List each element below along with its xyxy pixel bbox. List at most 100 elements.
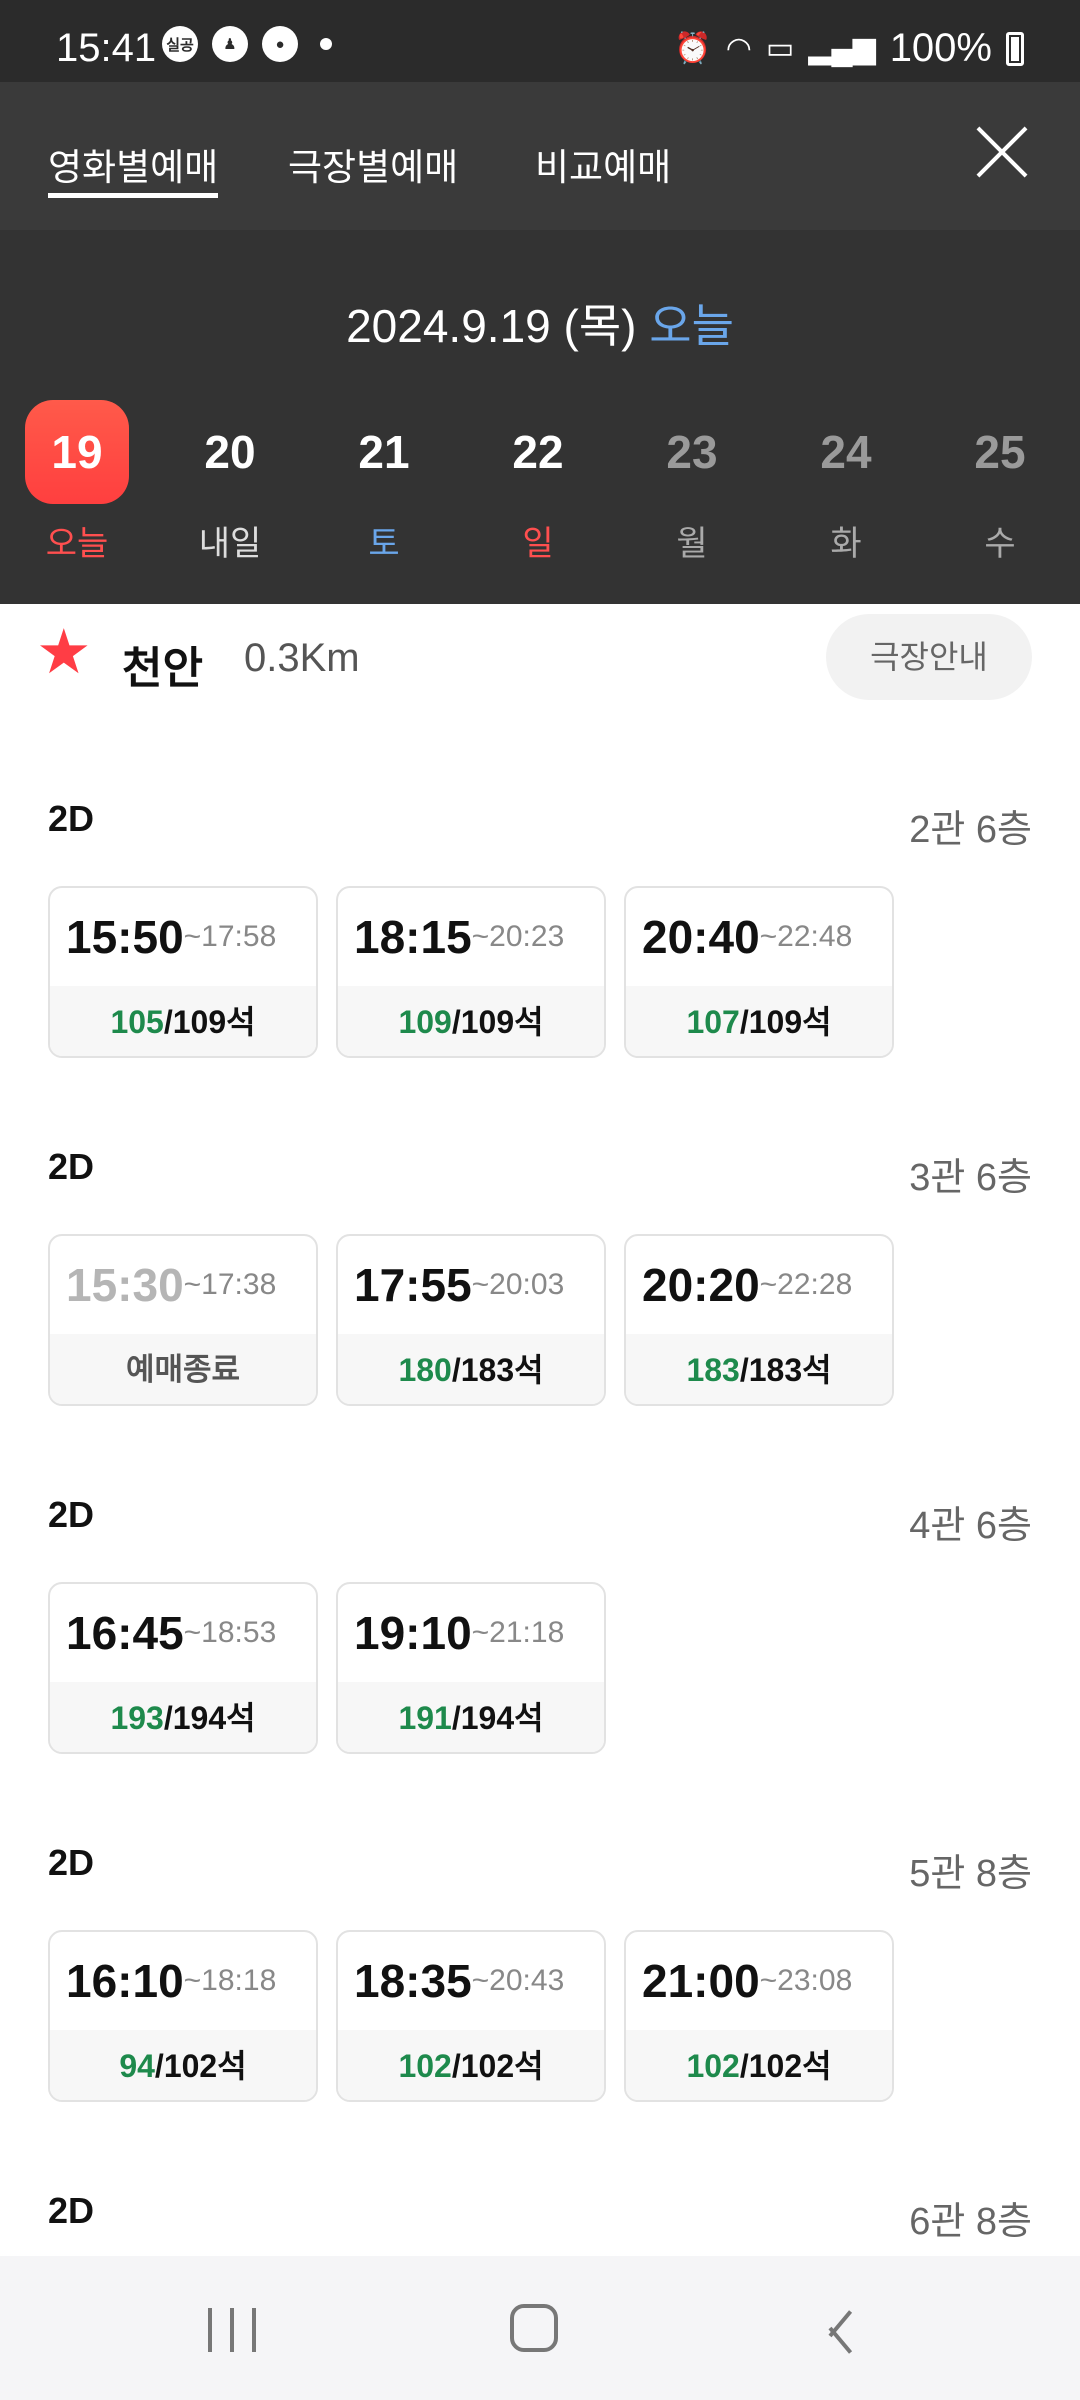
favorite-star-icon[interactable]: ★	[36, 622, 92, 684]
theater-distance: 0.3Km	[244, 636, 360, 680]
section-format: 2D	[48, 1842, 95, 1883]
seats-total: /109석	[163, 1004, 256, 1040]
chat-bubble-icon: ●	[262, 26, 298, 62]
show-start-time: 19:10	[354, 1607, 472, 1659]
show-start-time: 16:10	[66, 1955, 184, 2007]
showtime-card[interactable]: 18:15 ~20:23 109/109석	[336, 886, 606, 1058]
show-end-time: ~18:18	[183, 1964, 277, 1997]
today-label: 오늘	[649, 300, 734, 352]
wifi-icon: ◠	[725, 32, 752, 65]
theater-name: 천안	[122, 644, 203, 693]
close-icon[interactable]	[972, 122, 1032, 182]
seats-available: 94	[119, 2048, 155, 2084]
date-item-24[interactable]: 24 화	[794, 400, 898, 578]
showtime-card[interactable]: 18:35 ~20:43 102/102석	[336, 1930, 606, 2102]
show-end-time: ~20:23	[471, 920, 565, 953]
showtime-card[interactable]: 16:45 ~18:53 193/194석	[48, 1582, 318, 1754]
section-format: 2D	[48, 1146, 95, 1187]
alarm-icon: ⏰	[674, 32, 712, 65]
show-start-time: 15:30	[66, 1259, 184, 1311]
date-item-20[interactable]: 20 내일	[178, 400, 282, 578]
date-number: 25	[974, 426, 1026, 478]
app-notification-icon: ♟	[212, 26, 248, 62]
status-time: 15:41	[56, 26, 157, 70]
show-start-time: 18:35	[354, 1955, 472, 2007]
status-system-icons: ⏰ ◠ ▭ ▂▄▆ 100%	[674, 26, 1024, 71]
seats-total: /109석	[739, 1004, 832, 1040]
seats-available: 193	[110, 1700, 164, 1736]
date-weekday: 오늘	[45, 525, 109, 563]
battery-percent: 100%	[889, 26, 992, 70]
date-number: 21	[358, 426, 410, 478]
seats-total: /194석	[163, 1700, 256, 1736]
show-end-time: ~21:18	[471, 1616, 565, 1649]
show-end-time: ~18:53	[183, 1616, 277, 1649]
showtime-card[interactable]: 20:40 ~22:48 107/109석	[624, 886, 894, 1058]
status-notification-icons: 실공 ♟ ●	[162, 26, 332, 62]
system-nav-bar	[0, 2256, 1080, 2400]
seats-available: 180	[398, 1352, 452, 1388]
seat-availability: 191/194석	[338, 1682, 604, 1752]
seats-available: 105	[110, 1004, 164, 1040]
recent-apps-icon[interactable]	[206, 2308, 258, 2352]
show-end-time: ~20:03	[471, 1268, 565, 1301]
tab-compare-booking[interactable]: 비교예매	[535, 137, 671, 191]
header: 15:41 실공 ♟ ● ⏰ ◠ ▭ ▂▄▆ 100% 영화별예매 극장별예매 …	[0, 0, 1080, 604]
seats-total: /102석	[451, 2048, 544, 2084]
date-number: 20	[204, 426, 256, 478]
section-format: 2D	[48, 1494, 95, 1535]
show-start-time: 17:55	[354, 1259, 472, 1311]
seats-total: /183석	[739, 1352, 832, 1388]
show-start-time: 21:00	[642, 1955, 760, 2007]
show-start-time: 16:45	[66, 1607, 184, 1659]
seats-available: 102	[398, 2048, 452, 2084]
show-end-time: ~20:43	[471, 1964, 565, 1997]
theater-row: ★ 천안 0.3Km 극장안내	[0, 604, 1080, 714]
showtime-card[interactable]: 17:55 ~20:03 180/183석	[336, 1234, 606, 1406]
date-item-25[interactable]: 25 수	[948, 400, 1052, 578]
selected-date-heading: 2024.9.19 (목) 오늘	[0, 290, 1080, 356]
date-number: 22	[512, 426, 564, 478]
back-icon[interactable]	[820, 2306, 860, 2354]
showtime-card[interactable]: 16:10 ~18:18 94/102석	[48, 1930, 318, 2102]
date-weekday: 월	[676, 525, 708, 563]
showtime-card[interactable]: 21:00 ~23:08 102/102석	[624, 1930, 894, 2102]
date-weekday: 내일	[198, 525, 262, 563]
showtime-card[interactable]: 19:10 ~21:18 191/194석	[336, 1582, 606, 1754]
selected-date: 2024.9.19 (목)	[346, 300, 637, 352]
date-number: 24	[820, 426, 872, 478]
notification-badge-icon: 실공	[162, 26, 198, 62]
date-item-21[interactable]: 21 토	[332, 400, 436, 578]
show-end-time: ~17:58	[183, 920, 277, 953]
seats-available: 191	[398, 1700, 452, 1736]
seats-total: /102석	[154, 2048, 247, 2084]
show-start-time: 20:20	[642, 1259, 760, 1311]
date-weekday: 화	[830, 525, 862, 563]
date-item-19[interactable]: 19 오늘	[25, 400, 129, 578]
seat-availability: 105/109석	[50, 986, 316, 1056]
show-start-time: 18:15	[354, 911, 472, 963]
section-hall: 5관 8층	[909, 1853, 1032, 1895]
status-bar: 15:41 실공 ♟ ● ⏰ ◠ ▭ ▂▄▆ 100%	[0, 0, 1080, 82]
seat-availability: 107/109석	[626, 986, 892, 1056]
seat-availability: 193/194석	[50, 1682, 316, 1752]
show-end-time: ~22:48	[759, 920, 853, 953]
home-icon[interactable]	[510, 2304, 558, 2352]
showtime-card-closed: 15:30 ~17:38 예매종료	[48, 1234, 318, 1406]
date-item-22[interactable]: 22 일	[486, 400, 590, 578]
tab-movie-booking[interactable]: 영화별예매	[48, 137, 219, 198]
date-weekday: 수	[984, 525, 1016, 563]
tab-theater-booking[interactable]: 극장별예매	[288, 137, 458, 191]
show-end-time: ~22:28	[759, 1268, 853, 1301]
seats-total: /109석	[451, 1004, 544, 1040]
section-hall: 6관 8층	[909, 2201, 1032, 2243]
date-number: 19	[25, 400, 129, 504]
seats-total: /194석	[451, 1700, 544, 1736]
date-item-23[interactable]: 23 월	[640, 400, 744, 578]
booking-closed-label: 예매종료	[50, 1334, 316, 1404]
showtime-card[interactable]: 20:20 ~22:28 183/183석	[624, 1234, 894, 1406]
theater-guide-button[interactable]: 극장안내	[826, 614, 1032, 700]
showtime-card[interactable]: 15:50 ~17:58 105/109석	[48, 886, 318, 1058]
seat-availability: 94/102석	[50, 2030, 316, 2100]
seats-total: /183석	[451, 1352, 544, 1388]
